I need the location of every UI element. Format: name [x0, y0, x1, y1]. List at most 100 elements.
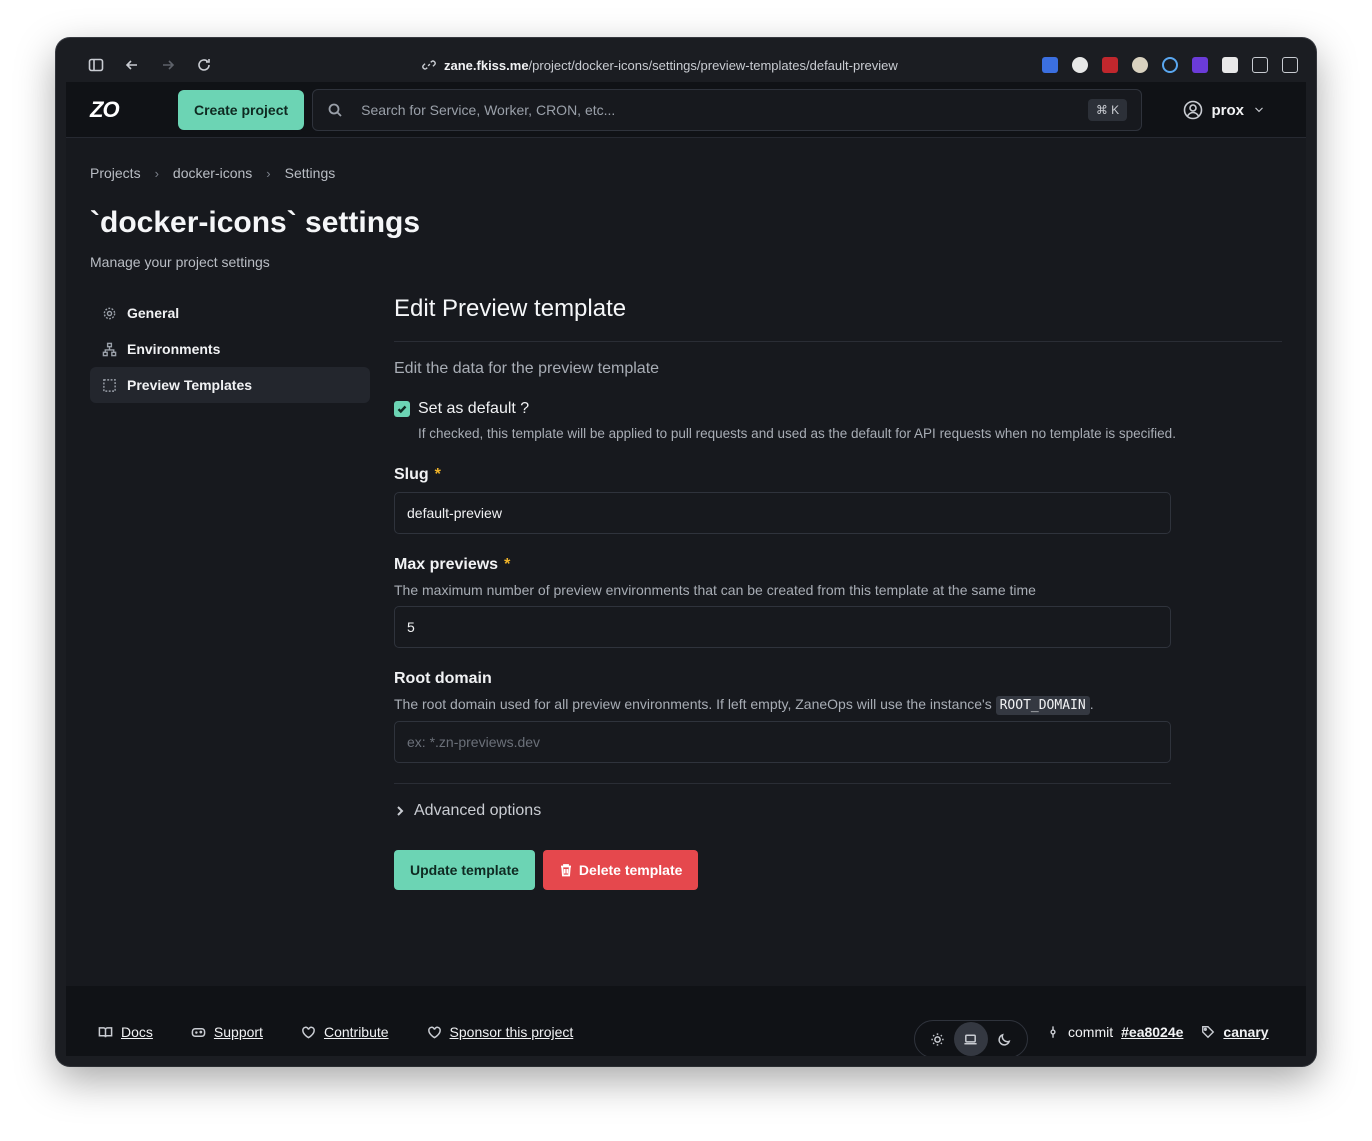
extension-icon[interactable]: [1222, 57, 1238, 73]
gear-icon: [103, 307, 116, 319]
advanced-options-label: Advanced options: [414, 802, 542, 819]
search-icon: [328, 103, 342, 117]
delete-template-label: Delete template: [578, 862, 683, 878]
sidebar-item-label: Preview Templates: [127, 377, 253, 393]
extensions-menu-icon[interactable]: [1252, 57, 1268, 73]
max-previews-help: The maximum number of preview environmen…: [394, 582, 1036, 598]
check-icon: [397, 405, 407, 414]
channel-link[interactable]: canary: [1223, 1024, 1268, 1040]
default-help-text: If checked, this template will be applie…: [418, 426, 1176, 441]
sun-icon: [931, 1032, 944, 1046]
max-previews-label: Max previews *: [394, 556, 1282, 574]
slug-label-text: Slug: [394, 466, 429, 483]
back-arrow-icon[interactable]: [114, 48, 150, 82]
template-icon: [103, 378, 116, 392]
browser-toolbar: zane.fkiss.me/project/docker-icons/setti…: [66, 48, 1306, 82]
extension-icon[interactable]: [1102, 57, 1118, 73]
extension-icon[interactable]: [1132, 57, 1148, 73]
laptop-icon: [964, 1034, 978, 1044]
root-domain-help-suffix: .: [1089, 696, 1094, 712]
breadcrumb: Projects › docker-icons › Settings: [90, 165, 335, 181]
url-host: zane.fkiss.me: [444, 57, 529, 73]
root-domain-help: The root domain used for all preview env…: [394, 696, 1282, 715]
browser-window: zane.fkiss.me/project/docker-icons/setti…: [56, 38, 1316, 1066]
max-previews-input[interactable]: 5: [394, 606, 1171, 648]
system-theme-button[interactable]: [954, 1022, 988, 1056]
url-path: /project/docker-icons/settings/preview-t…: [528, 57, 898, 73]
form-description: Edit the data for the preview template: [394, 360, 660, 377]
search-shortcut: ⌘ K: [1087, 98, 1128, 121]
breadcrumb-projects[interactable]: Projects: [90, 165, 141, 181]
form-actions: Update template Delete template: [394, 850, 1282, 890]
footer-links: Docs Support Contribute Sponsor this pro…: [98, 1024, 573, 1040]
main-content: Projects › docker-icons › Settings `dock…: [66, 138, 1306, 986]
support-link[interactable]: Support: [191, 1024, 263, 1040]
sidebar-item-preview-templates[interactable]: Preview Templates: [90, 367, 370, 403]
slug-input[interactable]: default-preview: [394, 492, 1171, 534]
user-menu[interactable]: prox: [1183, 82, 1266, 138]
form-title: Edit Preview template: [394, 295, 1282, 342]
heart-icon: [427, 1026, 441, 1039]
slug-label: Slug *: [394, 466, 1282, 484]
root-domain-help-text: The root domain used for all preview env…: [394, 696, 992, 712]
sidebar-item-general[interactable]: General: [90, 295, 370, 331]
footer: Docs Support Contribute Sponsor this pro…: [66, 986, 1306, 1056]
address-bar[interactable]: zane.fkiss.me/project/docker-icons/setti…: [422, 48, 898, 82]
logo[interactable]: ZO: [90, 97, 178, 123]
slug-field: Slug * default-preview: [394, 466, 1282, 534]
sidebar-item-environments[interactable]: Environments: [90, 331, 370, 367]
split-view-icon[interactable]: [1282, 57, 1298, 73]
sidebar-item-label: General: [127, 305, 180, 321]
user-avatar-icon: [1184, 100, 1203, 120]
support-link-label: Support: [213, 1024, 263, 1040]
update-template-button[interactable]: Update template: [394, 850, 535, 890]
docs-link[interactable]: Docs: [98, 1024, 153, 1040]
required-mark: *: [504, 556, 511, 573]
root-domain-label: Root domain: [394, 670, 492, 687]
page-title: `docker-icons` settings: [90, 206, 421, 239]
root-domain-input[interactable]: ex: *.zn-previews.dev: [394, 721, 1171, 763]
dark-theme-button[interactable]: [988, 1022, 1021, 1056]
link-icon: [422, 60, 436, 70]
light-theme-button[interactable]: [921, 1022, 954, 1056]
settings-sidebar: General Environments Preview Templates: [90, 295, 370, 403]
breadcrumb-settings: Settings: [284, 165, 336, 181]
sidebar-toggle-icon[interactable]: [78, 48, 114, 82]
sponsor-link-label: Sponsor this project: [449, 1024, 574, 1040]
delete-template-button[interactable]: Delete template: [542, 850, 699, 890]
max-previews-label-text: Max previews: [394, 556, 499, 573]
react-extension-icon[interactable]: [1162, 57, 1178, 73]
forward-arrow-icon[interactable]: [150, 48, 186, 82]
search-input[interactable]: Search for Service, Worker, CRON, etc...…: [312, 88, 1143, 131]
advanced-options-toggle[interactable]: Advanced options: [394, 783, 1171, 820]
sponsor-link[interactable]: Sponsor this project: [427, 1024, 574, 1040]
chevron-down-icon: [1255, 107, 1263, 113]
trash-icon: [560, 864, 571, 877]
build-info: commit #ea8024e canary: [1046, 1024, 1269, 1040]
default-checkbox[interactable]: [394, 401, 410, 417]
extension-icon[interactable]: [1042, 57, 1058, 73]
contribute-link[interactable]: Contribute: [301, 1024, 389, 1040]
breadcrumb-project[interactable]: docker-icons: [173, 165, 252, 181]
sidebar-item-label: Environments: [127, 341, 221, 357]
extension-icon[interactable]: [1072, 57, 1088, 73]
docs-link-label: Docs: [121, 1024, 153, 1040]
default-checkbox-row[interactable]: Set as default ?: [394, 400, 1282, 418]
heart-handshake-icon: [302, 1026, 315, 1039]
page-subtitle: Manage your project settings: [90, 254, 270, 270]
default-checkbox-label[interactable]: Set as default ?: [418, 400, 529, 418]
user-name: prox: [1211, 101, 1244, 119]
commit-label: commit: [1068, 1024, 1114, 1040]
git-commit-icon: [1050, 1026, 1056, 1038]
reload-icon[interactable]: [186, 48, 222, 82]
book-icon: [98, 1026, 113, 1037]
chevron-right-icon: [397, 806, 404, 816]
create-project-button[interactable]: Create project: [178, 89, 305, 130]
search-placeholder: Search for Service, Worker, CRON, etc...: [361, 101, 616, 118]
edit-template-form: Edit Preview template Edit the data for …: [394, 295, 1282, 890]
required-mark: *: [434, 466, 441, 483]
extension-icon[interactable]: [1192, 57, 1208, 73]
root-domain-field: Root domain The root domain used for all…: [394, 670, 1282, 763]
commit-hash-link[interactable]: #ea8024e: [1121, 1024, 1183, 1040]
app-header: ZO Create project Search for Service, Wo…: [66, 82, 1306, 138]
